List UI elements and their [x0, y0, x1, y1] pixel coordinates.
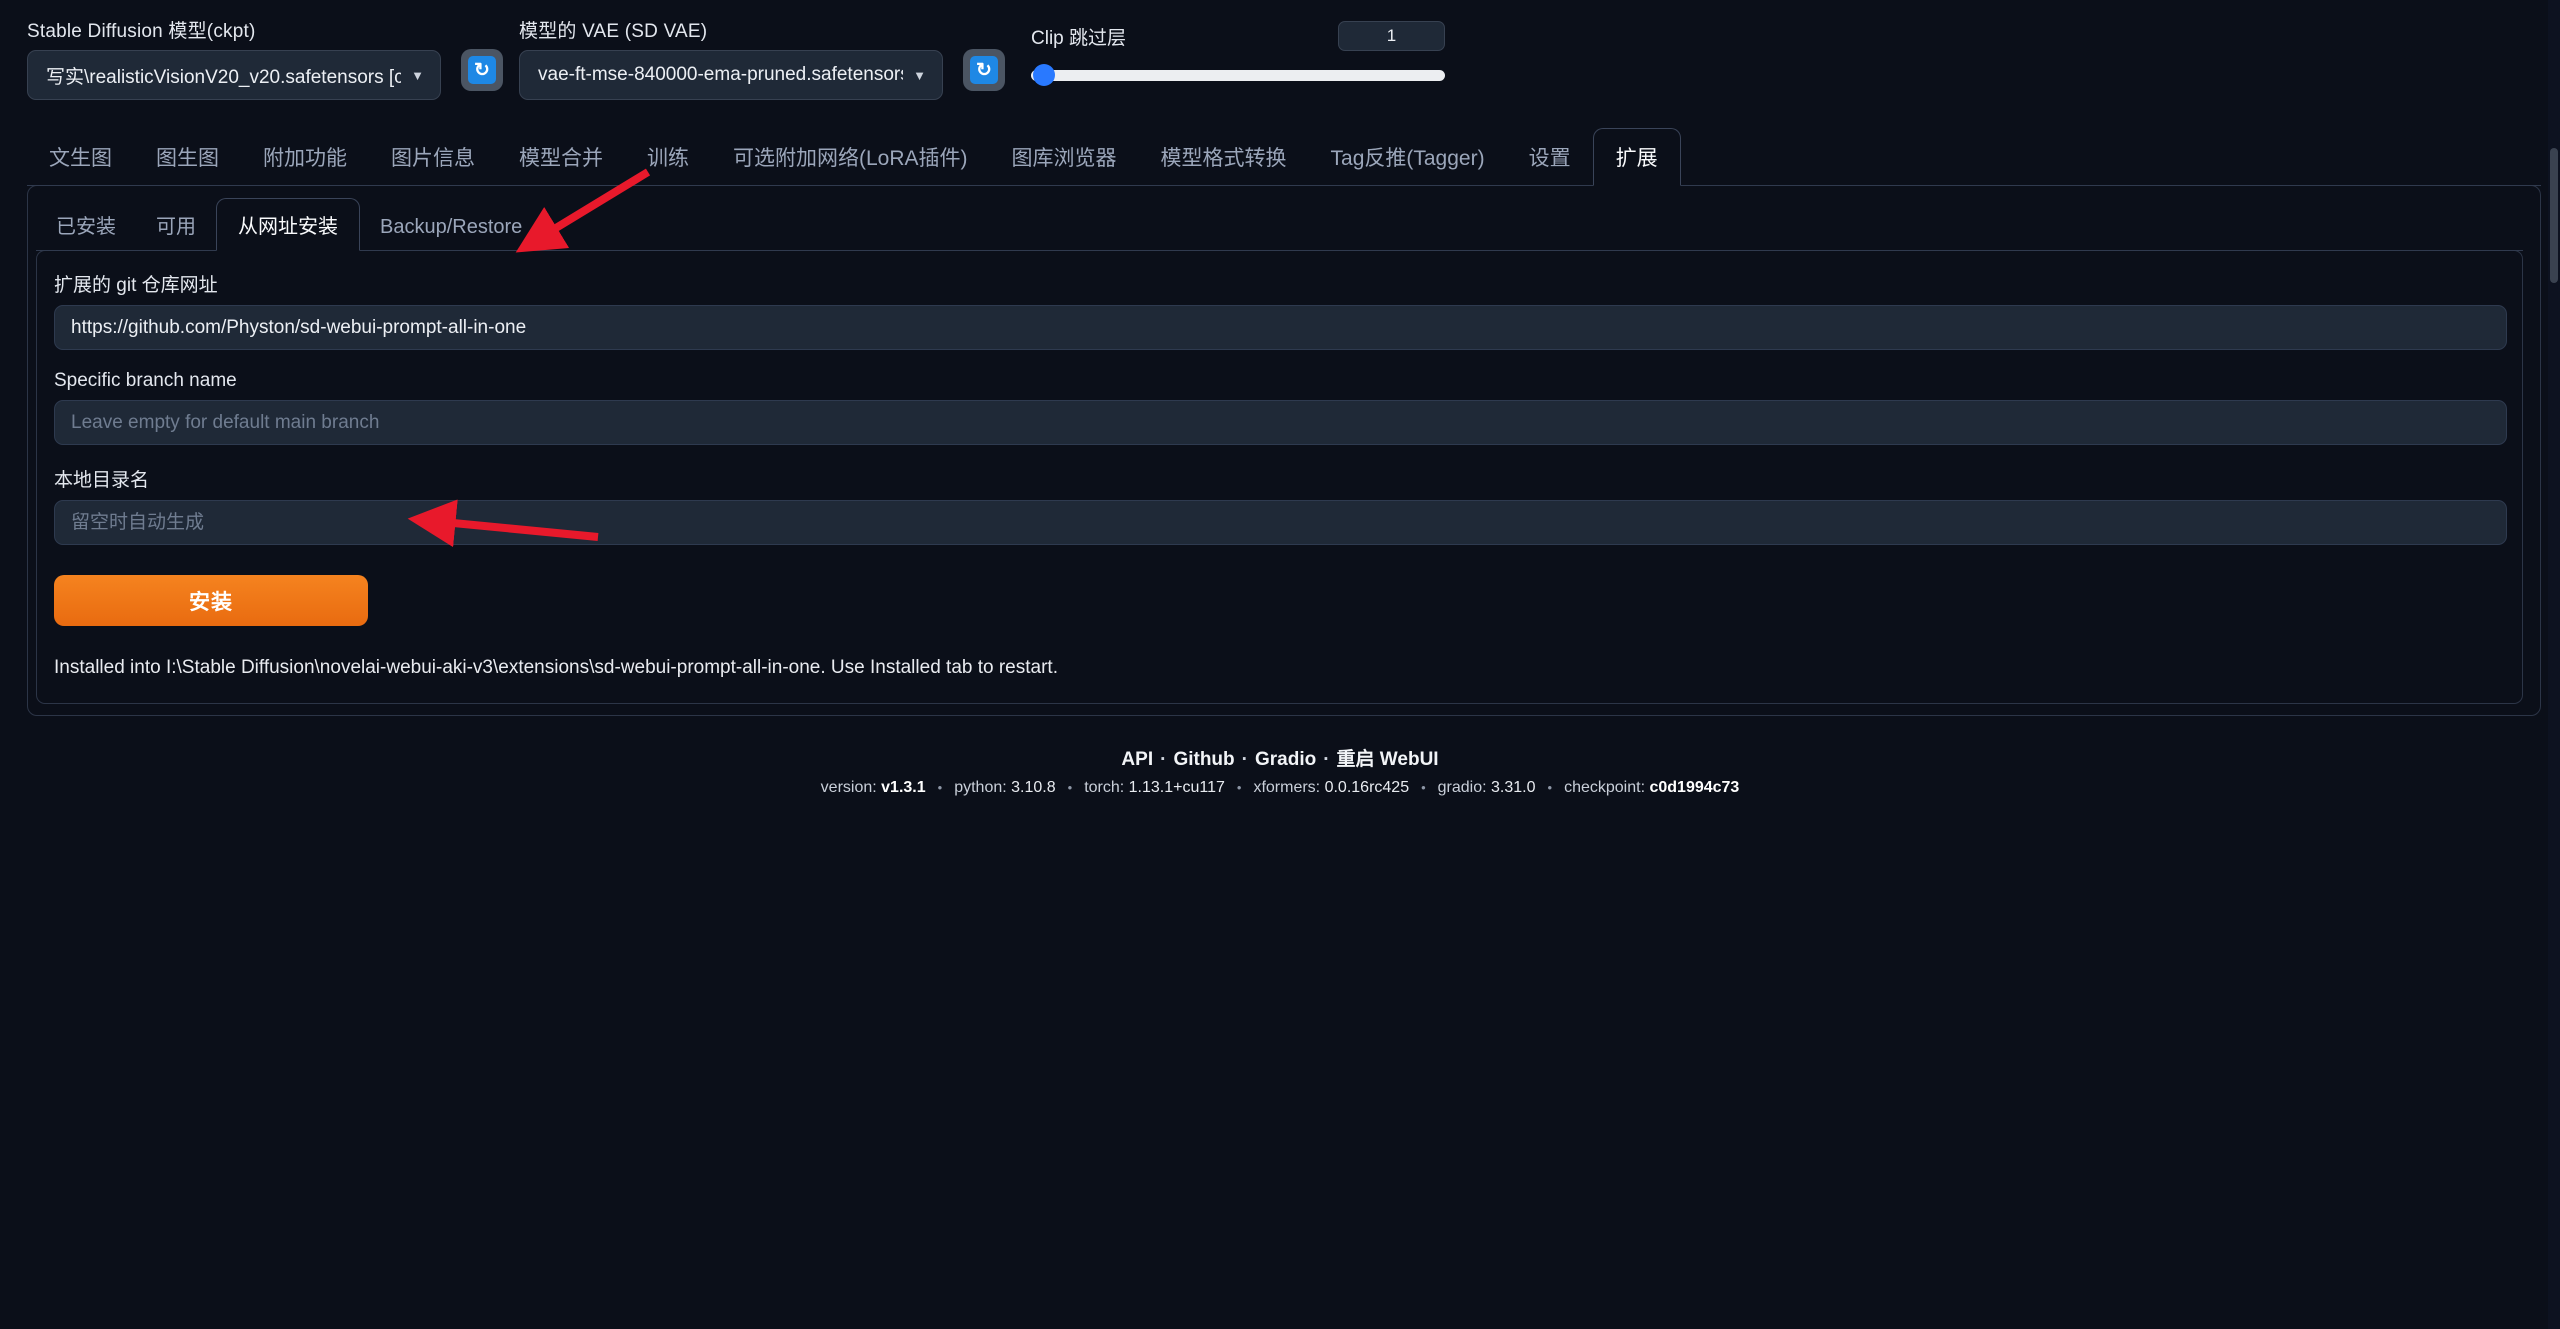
tab-model-converter[interactable]: 模型格式转换	[1160, 129, 1288, 185]
extensions-panel: 已安装 可用 从网址安装 Backup/Restore 扩展的 git 仓库网址…	[27, 185, 2541, 716]
checkpoint-dropdown[interactable]: 写实\realisticVisionV20_v20.safetensors [c…	[27, 50, 441, 100]
footer-version-line: version: v1.3.1•python: 3.10.8•torch: 1.…	[0, 779, 2560, 797]
install-from-url-panel: 扩展的 git 仓库网址 Specific branch name 本地目录名 …	[36, 250, 2523, 704]
repo-url-input[interactable]	[54, 305, 2507, 350]
chevron-down-icon: ▼	[913, 68, 926, 83]
subtab-available[interactable]: 可用	[155, 199, 197, 250]
chevron-down-icon: ▼	[411, 68, 424, 83]
version-info: version: v1.3.1	[821, 779, 926, 796]
tab-img2img[interactable]: 图生图	[155, 129, 220, 185]
tab-extras[interactable]: 附加功能	[262, 129, 348, 185]
gradio-link[interactable]: Gradio	[1255, 749, 1316, 770]
torch-info: torch: 1.13.1+cu117	[1084, 779, 1225, 796]
clip-skip-number-input[interactable]	[1338, 21, 1445, 51]
reload-webui-link[interactable]: 重启 WebUI	[1337, 749, 1439, 770]
vae-dropdown[interactable]: vae-ft-mse-840000-ema-pruned.safetensors…	[519, 50, 943, 100]
branch-name-input[interactable]	[54, 400, 2507, 445]
tab-checkpoint-merger[interactable]: 模型合并	[518, 129, 604, 185]
clip-skip-group: Clip 跳过层	[1031, 16, 1445, 86]
vae-value: vae-ft-mse-840000-ema-pruned.safetensors	[538, 64, 903, 86]
local-dirname-input[interactable]	[54, 500, 2507, 545]
quick-settings-bar: Stable Diffusion 模型(ckpt) 写实\realisticVi…	[0, 0, 2560, 100]
sd-webui-page: Stable Diffusion 模型(ckpt) 写实\realisticVi…	[0, 0, 2560, 1329]
refresh-icon: ↻	[468, 56, 496, 84]
refresh-checkpoint-button[interactable]: ↻	[461, 49, 503, 91]
scrollbar-thumb[interactable]	[2550, 148, 2558, 283]
checkpoint-info: checkpoint: c0d1994c73	[1564, 779, 1739, 796]
xformers-info: xformers: 0.0.16rc425	[1253, 779, 1409, 796]
refresh-icon: ↻	[970, 56, 998, 84]
tab-settings[interactable]: 设置	[1528, 129, 1572, 185]
vae-label: 模型的 VAE (SD VAE)	[519, 16, 943, 43]
tab-png-info[interactable]: 图片信息	[390, 129, 476, 185]
checkpoint-label: Stable Diffusion 模型(ckpt)	[27, 16, 441, 43]
tab-tagger[interactable]: Tag反推(Tagger)	[1330, 129, 1486, 185]
main-tabbar: 文生图 图生图 附加功能 图片信息 模型合并 训练 可选附加网络(LoRA插件)…	[27, 128, 2541, 186]
checkpoint-value: 写实\realisticVisionV20_v20.safetensors [c…	[46, 62, 401, 89]
tab-txt2img[interactable]: 文生图	[48, 129, 113, 185]
slider-track	[1031, 70, 1445, 81]
tab-additional-networks[interactable]: 可选附加网络(LoRA插件)	[732, 129, 969, 185]
tab-image-browser[interactable]: 图库浏览器	[1011, 129, 1118, 185]
subtab-installed[interactable]: 已安装	[55, 199, 117, 250]
scrollbar[interactable]	[2548, 0, 2560, 1329]
footer: API·Github·Gradio·重启 WebUI version: v1.3…	[0, 744, 2560, 797]
vae-group: 模型的 VAE (SD VAE) vae-ft-mse-840000-ema-p…	[519, 16, 943, 100]
subtab-install-from-url[interactable]: 从网址安装	[216, 198, 360, 251]
clip-skip-label: Clip 跳过层	[1031, 23, 1126, 50]
install-button[interactable]: 安装	[54, 575, 368, 626]
local-dirname-label: 本地目录名	[54, 465, 2507, 492]
checkpoint-group: Stable Diffusion 模型(ckpt) 写实\realisticVi…	[27, 16, 441, 100]
extensions-subtabbar: 已安装 可用 从网址安装 Backup/Restore	[36, 196, 2523, 251]
refresh-vae-button[interactable]: ↻	[963, 49, 1005, 91]
api-link[interactable]: API	[1121, 749, 1153, 770]
gradio-info: gradio: 3.31.0	[1438, 779, 1536, 796]
python-info: python: 3.10.8	[954, 779, 1055, 796]
tab-extensions[interactable]: 扩展	[1593, 128, 1681, 186]
clip-skip-slider[interactable]	[1031, 64, 1445, 86]
github-link[interactable]: Github	[1173, 749, 1234, 770]
repo-url-label: 扩展的 git 仓库网址	[54, 270, 2507, 297]
slider-handle[interactable]	[1033, 64, 1055, 86]
subtab-backup-restore[interactable]: Backup/Restore	[379, 205, 523, 250]
footer-links: API·Github·Gradio·重启 WebUI	[0, 744, 2560, 771]
tab-train[interactable]: 训练	[646, 129, 690, 185]
branch-name-label: Specific branch name	[54, 370, 2507, 392]
install-status-text: Installed into I:\Stable Diffusion\novel…	[54, 657, 2507, 679]
